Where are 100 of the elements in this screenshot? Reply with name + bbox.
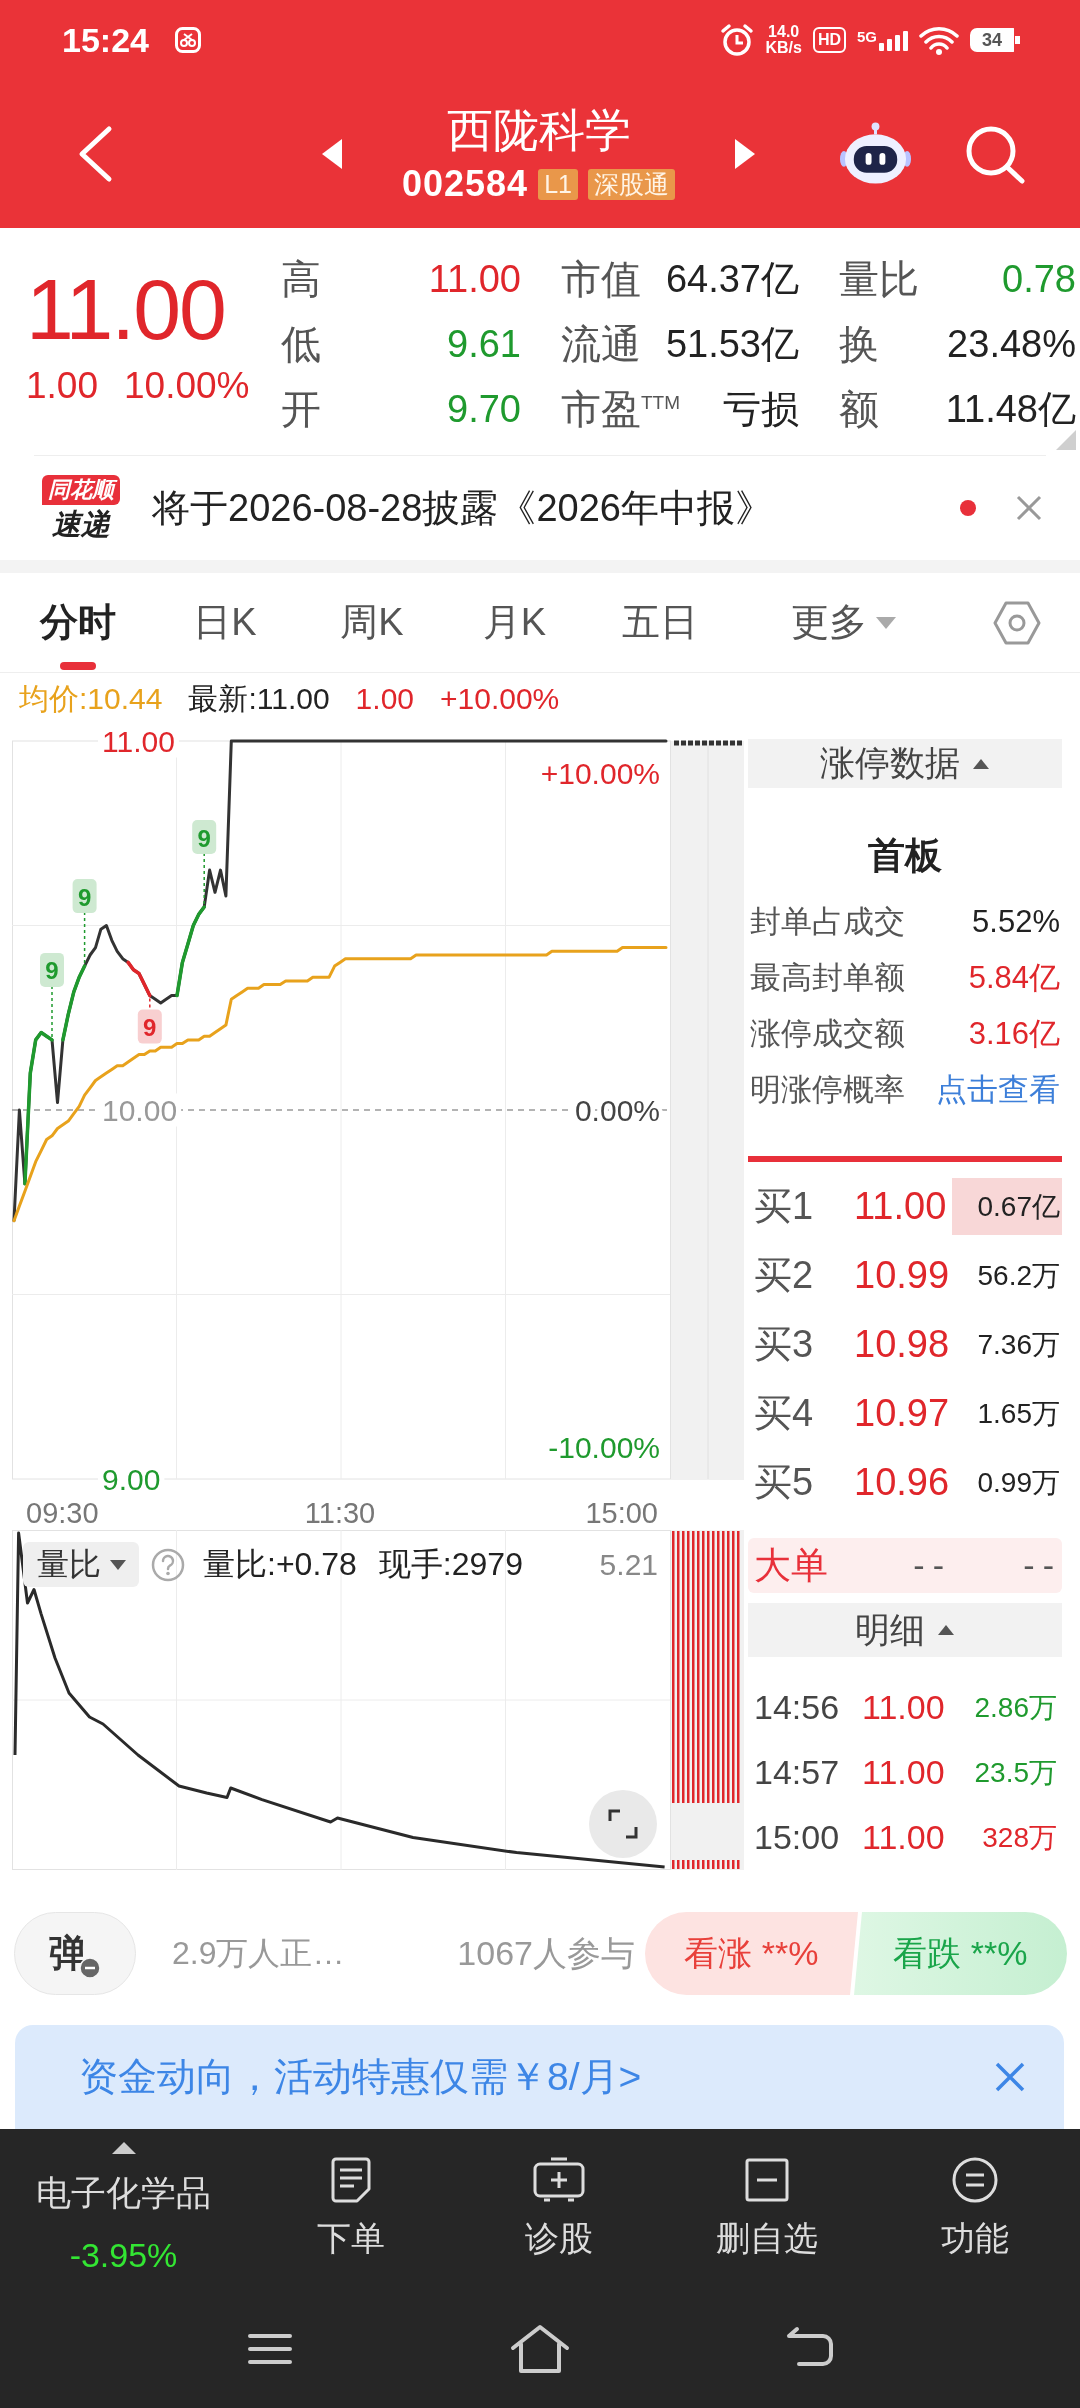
signal-icon [878,29,908,51]
chart-tab[interactable]: 月K [443,573,586,672]
trade-volume: 2.86万 [974,1690,1057,1725]
stat-label: 流通 [561,321,641,366]
minus-square-icon [743,2156,791,2204]
chart-tab[interactable]: 分时 [6,573,149,672]
close-icon[interactable] [994,2061,1026,2093]
trade-volume: 23.5万 [974,1755,1057,1790]
stat-label: 市盈$^{TTM}$ [561,386,681,431]
trade-volume: 328万 [982,1820,1057,1855]
volume-ratio-readout: 量比:+0.78 [203,1544,357,1584]
bid-volume: 1.65万 [976,1397,1061,1431]
stat-label: 换 [839,321,879,366]
chart-tab[interactable]: 日K [149,573,301,672]
price-change: 1.00 [26,364,98,408]
dropdown-caret-icon [109,1558,127,1571]
previous-stock-icon[interactable] [320,137,344,171]
bid-level: 买4 [754,1391,814,1436]
bid-volume: 0.67亿 [952,1178,1062,1235]
trade-time: 14:56 [754,1688,840,1727]
chart-readout: 均价:10.44 [19,680,163,717]
current-price: 11.00 [26,261,225,357]
bottom-nav-button[interactable]: 下单 [247,2129,455,2290]
equals-circle-icon [951,2156,999,2204]
limit-probability-link[interactable]: 点击查看 [936,1069,1060,1111]
current-hand-readout: 现手:2979 [378,1544,523,1584]
stat-label: 额 [839,386,879,431]
sector-name[interactable]: 电子化学品 [36,2171,211,2215]
price-change-percent: 10.00% [124,364,250,408]
close-icon[interactable] [1016,495,1042,521]
bid-price: 10.99 [854,1254,950,1297]
stat-value: 51.53亿 [665,323,799,364]
stat-value: 9.70 [447,388,521,429]
bid-volume: 56.2万 [976,1259,1061,1293]
network-type: 5G [857,29,877,45]
expand-up-icon[interactable] [110,2141,137,2155]
after-hours-price-line [674,740,742,746]
chart-readout: 1.00 [355,682,414,716]
battery-indicator: 34 [970,28,1020,52]
bottom-nav-button[interactable]: 功能 [871,2129,1079,2290]
stat-value: 11.48亿 [945,388,1076,429]
price-axis-label: 10.00 [98,1093,182,1127]
time-axis-label: 15:00 [585,1497,658,1529]
trade-price: 11.00 [862,1688,945,1727]
limit-data-header[interactable]: 涨停数据 [748,739,1062,788]
stat-value: 23.48% [947,323,1076,364]
volume-axis-max-label: 5.21 [599,1547,658,1583]
help-icon[interactable] [151,1547,185,1582]
stat-value: 0.78 [1002,258,1076,299]
bottom-nav-button[interactable]: 删自选 [663,2129,871,2290]
stat-value: 11.00 [428,258,521,299]
bottom-nav-button[interactable]: 诊股 [455,2129,663,2290]
robot-assistant-icon[interactable] [839,121,912,187]
stat-label: 开 [281,386,321,431]
limit-stat-label: 涨停成交额 [750,1015,905,1053]
stat-value: 亏损 [723,388,799,429]
bid-price: 11.00 [854,1185,947,1228]
time-axis-label: 11:30 [304,1497,376,1529]
dropdown-caret-icon [875,615,897,630]
stat-label: 低 [281,321,321,366]
chart-tab[interactable]: 五日 [586,573,734,672]
change-axis-label: +10.00% [540,756,660,790]
limit-stat-value: 3.16亿 [968,1015,1060,1053]
stat-label: 高 [281,256,321,301]
settings-icon[interactable] [993,600,1041,645]
stock-tag: L1 [538,168,578,200]
chart-tab[interactable]: 周K [301,573,443,672]
chart-readout: 最新:11.00 [188,680,330,717]
menu-icon[interactable] [247,2332,293,2366]
notice-text[interactable]: 将于2026-08-28披露《2026年中报》 [152,482,960,534]
bid-level: 买2 [754,1253,814,1298]
big-order-value: -- [1023,1546,1062,1585]
home-icon[interactable] [510,2324,570,2374]
stat-value: 64.37亿 [665,258,799,299]
limit-stat-value: 5.52% [972,904,1060,940]
bid-price: 10.97 [854,1392,950,1435]
bid-level: 买5 [754,1460,814,1505]
search-icon[interactable] [964,124,1026,184]
next-stock-icon[interactable] [733,137,757,171]
indicator-dropdown[interactable]: 量比 [23,1542,139,1587]
app-notification-icon [174,27,201,53]
hd-indicator: HD [812,27,846,53]
limit-stat-label: 封单占成交 [750,903,905,941]
limit-stat-label: 明涨停概率 [750,1071,905,1109]
stock-tag: 深股通 [587,168,675,200]
danmaku-toggle[interactable]: 弹 [14,1912,136,1995]
stat-value: 9.61 [447,323,521,364]
stock-code: 002584 [402,163,529,205]
limit-stat-value: 5.84亿 [968,959,1060,997]
participant-count: 1067人参与 [457,1932,635,1974]
change-axis-label: 0.00% [574,1093,660,1127]
stock-name: 西陇科学 [446,104,631,156]
trade-price: 11.00 [862,1818,945,1857]
alarm-icon [720,23,755,57]
stat-label: 量比 [839,256,919,301]
chart-tab[interactable]: 更多 [734,573,954,672]
board-status: 首板 [868,834,942,878]
change-axis-label: -10.00% [548,1430,660,1464]
trade-detail-header[interactable]: 明细 [748,1603,1062,1657]
bid-volume: 0.99万 [976,1466,1061,1500]
